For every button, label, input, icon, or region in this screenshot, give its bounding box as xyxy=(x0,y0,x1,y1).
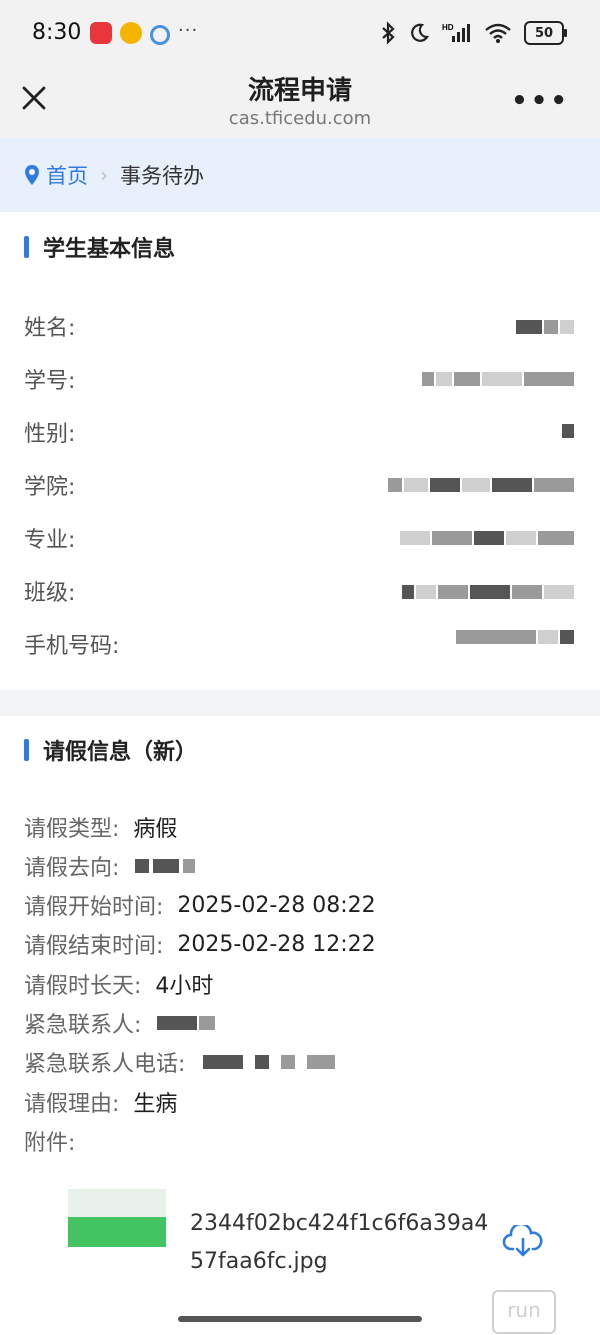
home-indicator[interactable] xyxy=(178,1316,422,1322)
page-title: 流程申请 xyxy=(247,76,352,106)
watermark-logo: run xyxy=(492,1290,556,1334)
section-accent-bar xyxy=(24,236,29,258)
major-value-redacted xyxy=(400,531,574,549)
leave-type-row: 请假类型: 病假 xyxy=(24,811,177,843)
leave-duration-row: 请假时长天: 4小时 xyxy=(24,968,213,1000)
leave-destination-value-redacted xyxy=(135,859,196,873)
gender-label: 性别: xyxy=(24,422,76,447)
student-info-header: 学生基本信息 xyxy=(24,231,175,263)
leave-info-header: 请假信息（新） xyxy=(24,734,197,766)
class-value-redacted xyxy=(402,585,574,603)
emergency-phone-row: 紧急联系人电话: xyxy=(24,1046,336,1078)
leave-type-value: 病假 xyxy=(133,817,178,842)
phone-label: 手机号码: xyxy=(24,634,120,659)
app-notification-icon xyxy=(90,22,112,44)
attachment-filename[interactable]: 2344f02bc424f1c6f6a39a457faa6fc.jpg xyxy=(190,1205,490,1281)
student-id-label: 学号: xyxy=(24,369,76,394)
more-menu-button[interactable]: ••• xyxy=(511,86,570,116)
battery-icon: 50 xyxy=(524,21,567,45)
leave-reason-value: 生病 xyxy=(133,1092,178,1117)
weibo-notification-icon xyxy=(120,22,142,44)
leave-info-title: 请假信息（新） xyxy=(43,740,198,765)
moon-icon xyxy=(411,23,429,42)
attachment-thumbnail[interactable] xyxy=(68,1189,166,1247)
student-info-title: 学生基本信息 xyxy=(43,237,176,262)
status-bar: 8:30 ··· HD 50 xyxy=(0,0,600,66)
svg-text:HD: HD xyxy=(442,23,454,32)
gender-value-redacted xyxy=(562,424,574,442)
system-icons: HD 50 xyxy=(380,18,567,48)
emergency-contact-label: 紧急联系人: xyxy=(24,1013,142,1038)
clock-time: 8:30 xyxy=(32,20,82,45)
leave-reason-row: 请假理由: 生病 xyxy=(24,1086,177,1118)
leave-start-value: 2025-02-28 08:22 xyxy=(177,892,376,918)
student-name-value-redacted xyxy=(516,320,574,338)
leave-end-label: 请假结束时间: xyxy=(24,934,164,959)
hd-signal-icon: HD xyxy=(442,23,470,42)
wifi-icon xyxy=(485,23,511,43)
section-accent-bar xyxy=(24,739,29,761)
student-id-value-redacted xyxy=(422,372,574,390)
leave-type-label: 请假类型: xyxy=(24,817,120,842)
emergency-contact-value-redacted xyxy=(157,1016,216,1030)
phone-value-redacted xyxy=(456,630,574,648)
attachment-label: 附件: xyxy=(24,1131,76,1156)
chevron-right-icon: › xyxy=(100,163,108,187)
browser-notification-icon xyxy=(150,25,170,45)
emergency-phone-value-redacted xyxy=(203,1055,336,1069)
leave-destination-label: 请假去向: xyxy=(24,856,120,881)
emergency-contact-row: 紧急联系人: xyxy=(24,1007,216,1039)
location-pin-icon xyxy=(25,165,39,185)
leave-end-value: 2025-02-28 12:22 xyxy=(177,931,376,957)
leave-duration-value: 4小时 xyxy=(155,974,214,999)
leave-duration-label: 请假时长天: xyxy=(24,974,142,999)
breadcrumb-current: 事务待办 xyxy=(120,164,204,188)
student-name-label: 姓名: xyxy=(24,316,76,341)
class-label: 班级: xyxy=(24,581,76,606)
leave-start-label: 请假开始时间: xyxy=(24,895,164,920)
college-value-redacted xyxy=(388,478,574,496)
cloud-download-icon[interactable] xyxy=(502,1225,544,1257)
college-label: 学院: xyxy=(24,475,76,500)
section-divider xyxy=(0,690,600,716)
attachment-row: 附件: xyxy=(24,1125,75,1157)
major-label: 专业: xyxy=(24,528,76,553)
leave-end-row: 请假结束时间: 2025-02-28 12:22 xyxy=(24,928,376,960)
bluetooth-icon xyxy=(382,21,395,45)
attachment-item[interactable]: 2344f02bc424f1c6f6a39a457faa6fc.jpg xyxy=(40,1185,580,1275)
page-url: cas.tficedu.com xyxy=(228,108,372,129)
browser-header: 流程申请 cas.tficedu.com ••• xyxy=(0,66,600,138)
more-notifications-icon: ··· xyxy=(178,20,199,41)
leave-reason-label: 请假理由: xyxy=(24,1092,120,1117)
leave-destination-row: 请假去向: xyxy=(24,850,196,882)
leave-start-row: 请假开始时间: 2025-02-28 08:22 xyxy=(24,889,376,921)
emergency-phone-label: 紧急联系人电话: xyxy=(24,1052,186,1077)
breadcrumb: 首页 › 事务待办 xyxy=(0,138,600,212)
breadcrumb-home-link[interactable]: 首页 xyxy=(46,160,88,190)
